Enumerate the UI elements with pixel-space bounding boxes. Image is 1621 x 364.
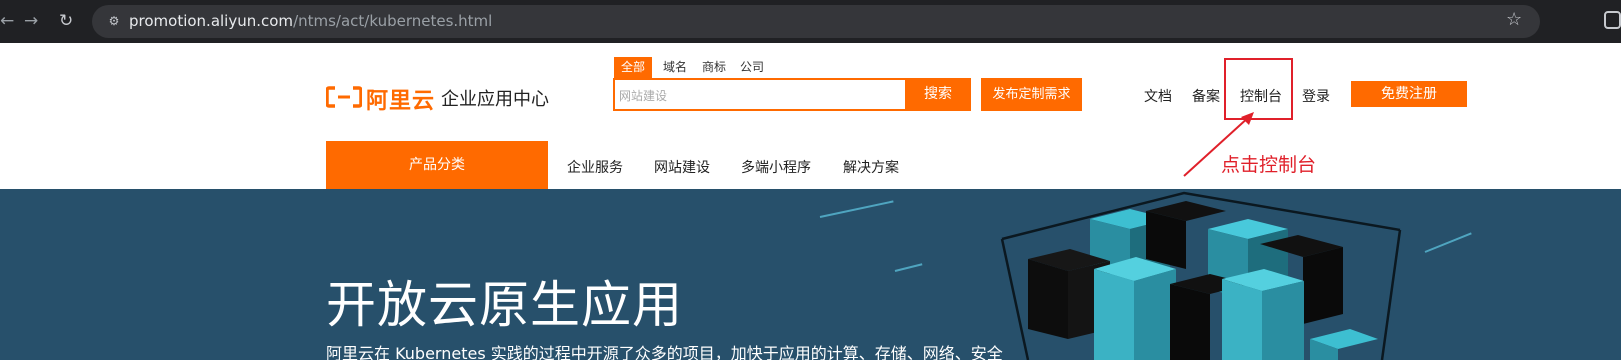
- nav-item-website-building[interactable]: 网站建设: [654, 157, 710, 177]
- search-tab-company[interactable]: 公司: [740, 57, 764, 78]
- hero-title: 开放云原生应用: [326, 276, 683, 334]
- extension-icon[interactable]: [1604, 11, 1621, 29]
- site-settings-icon[interactable]: ⚙: [104, 11, 124, 31]
- bookmark-star-icon[interactable]: ☆: [1506, 9, 1522, 30]
- container-cube-illustration: [1000, 191, 1402, 360]
- decor-streak: [1424, 232, 1472, 253]
- url-text[interactable]: promotion.aliyun.com/ntms/act/kubernetes…: [129, 12, 492, 30]
- reload-icon[interactable]: ↻: [59, 11, 73, 31]
- nav-item-mini-programs[interactable]: 多端小程序: [741, 157, 811, 177]
- search-tab-domain[interactable]: 域名: [663, 57, 687, 78]
- url-host: promotion.aliyun.com: [129, 12, 294, 30]
- product-category-button[interactable]: 产品分类: [326, 141, 548, 189]
- search-button[interactable]: 搜索: [905, 78, 971, 111]
- url-path: /ntms/act/kubernetes.html: [293, 12, 493, 30]
- nav-item-enterprise-services[interactable]: 企业服务: [567, 157, 623, 177]
- hero-description: 阿里云在 Kubernetes 实践的过程中开源了众多的项目，加快于应用的计算、…: [326, 344, 1003, 363]
- decor-streak: [819, 200, 894, 218]
- annotation-text: 点击控制台: [1221, 154, 1317, 176]
- decor-streak: [894, 263, 923, 272]
- aliyun-logo-icon[interactable]: [326, 86, 362, 108]
- search-tab-all[interactable]: 全部: [614, 57, 652, 78]
- back-arrow-icon[interactable]: ←: [0, 11, 14, 31]
- logo-text[interactable]: 阿里云: [366, 83, 435, 115]
- icp-filing-link[interactable]: 备案: [1192, 86, 1220, 106]
- logo-subtitle: 企业应用中心: [441, 89, 549, 110]
- publish-request-button[interactable]: 发布定制需求: [981, 78, 1082, 111]
- docs-link[interactable]: 文档: [1144, 86, 1172, 106]
- nav-item-solutions[interactable]: 解决方案: [843, 157, 899, 177]
- search-input[interactable]: [617, 81, 901, 110]
- search-tab-trademark[interactable]: 商标: [702, 57, 726, 78]
- register-button[interactable]: 免费注册: [1351, 81, 1467, 107]
- login-link[interactable]: 登录: [1302, 86, 1330, 106]
- forward-arrow-icon[interactable]: →: [24, 11, 38, 31]
